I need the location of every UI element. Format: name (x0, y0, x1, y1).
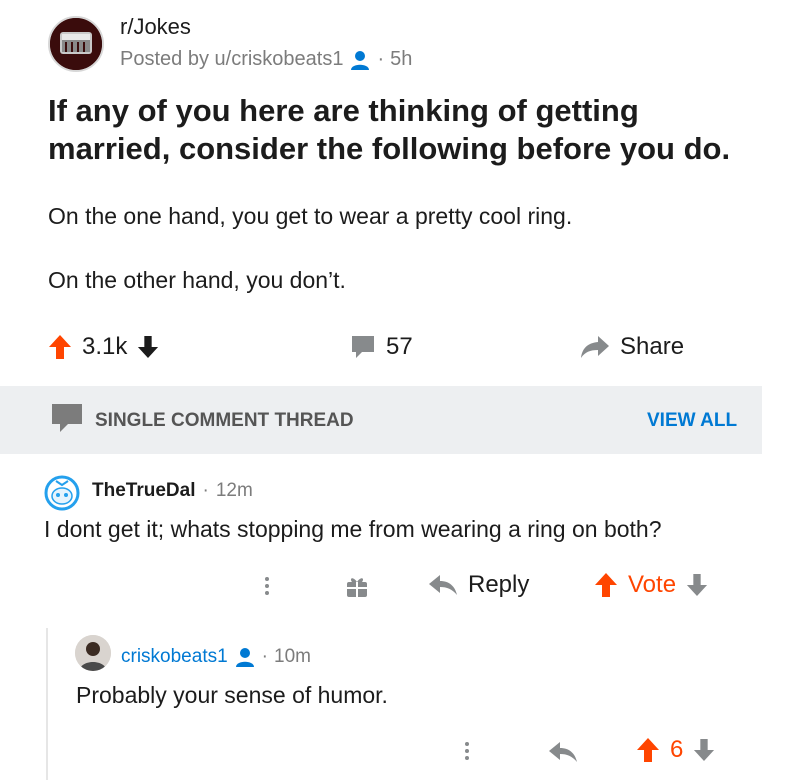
share-label: Share (620, 333, 685, 360)
subreddit-name[interactable]: r/Jokes (120, 14, 191, 40)
post-vote-group: 3.1k (48, 333, 159, 361)
comment-thread-icon (52, 404, 82, 432)
vote-label: Vote (628, 571, 677, 598)
reply-icon[interactable] (548, 740, 578, 764)
post-title[interactable]: If any of you here are thinking of getti… (48, 92, 768, 168)
comment-age: 10m (274, 646, 311, 667)
upvote-icon[interactable] (594, 572, 618, 598)
post-score: 3.1k (82, 333, 128, 360)
jokes-logo-icon (50, 18, 102, 70)
avatar[interactable] (75, 635, 111, 671)
comment-count: 57 (386, 333, 413, 360)
snoo-avatar-icon (44, 475, 80, 511)
user-icon (351, 50, 370, 70)
thread-line[interactable] (46, 628, 48, 780)
comments-button[interactable]: 57 (350, 333, 413, 361)
subreddit-avatar[interactable] (48, 16, 104, 72)
reply-label: Reply (468, 571, 530, 598)
reply-icon (429, 575, 457, 595)
downvote-icon[interactable] (137, 335, 159, 359)
post-body-line-2: On the other hand, you don’t. (48, 267, 346, 293)
post-age: 5h (390, 48, 413, 70)
post-author[interactable]: u/criskobeats1 (215, 48, 344, 71)
share-icon (581, 336, 609, 358)
comment-author[interactable]: TheTrueDal (92, 480, 195, 502)
comment-meta: TheTrueDal · 12m (92, 480, 253, 502)
award-icon[interactable] (345, 574, 369, 598)
upvote-icon[interactable] (636, 737, 660, 763)
post-body-line-1: On the one hand, you get to wear a prett… (48, 203, 573, 229)
post-action-bar: 3.1k 57 Share (48, 333, 748, 365)
view-all-button[interactable]: VIEW ALL (647, 410, 737, 432)
meta-dot: · (202, 480, 209, 501)
downvote-icon[interactable] (693, 738, 715, 762)
reply-button[interactable]: Reply (428, 571, 529, 599)
comment-vote-group: Vote (594, 571, 708, 599)
downvote-icon[interactable] (686, 573, 708, 597)
comment-text: I dont get it; whats stopping me from we… (44, 516, 662, 542)
share-button[interactable]: Share (580, 333, 684, 361)
user-photo-icon (75, 635, 111, 671)
comment-icon (352, 336, 374, 358)
comment-score: 6 (670, 736, 684, 763)
comment-vote-group: 6 (636, 736, 715, 764)
post-meta: Posted by u/criskobeats1 · 5h (120, 48, 412, 71)
comment-author[interactable]: criskobeats1 (121, 646, 228, 668)
posted-prefix: Posted by (120, 48, 215, 70)
user-icon (235, 648, 254, 667)
meta-dot: · (377, 48, 385, 70)
avatar[interactable] (44, 475, 80, 511)
comment-age: 12m (215, 480, 253, 501)
more-icon[interactable] (462, 742, 472, 760)
upvote-icon[interactable] (48, 334, 72, 360)
meta-dot: · (261, 646, 268, 667)
comment-text: Probably your sense of humor. (76, 682, 388, 708)
comment-action-bar: 6 (460, 734, 780, 770)
more-icon[interactable] (262, 577, 272, 595)
comment-action-bar: Reply Vote (260, 569, 780, 605)
thread-label: SINGLE COMMENT THREAD (95, 410, 354, 431)
comment-meta: criskobeats1 · 10m (121, 646, 311, 668)
